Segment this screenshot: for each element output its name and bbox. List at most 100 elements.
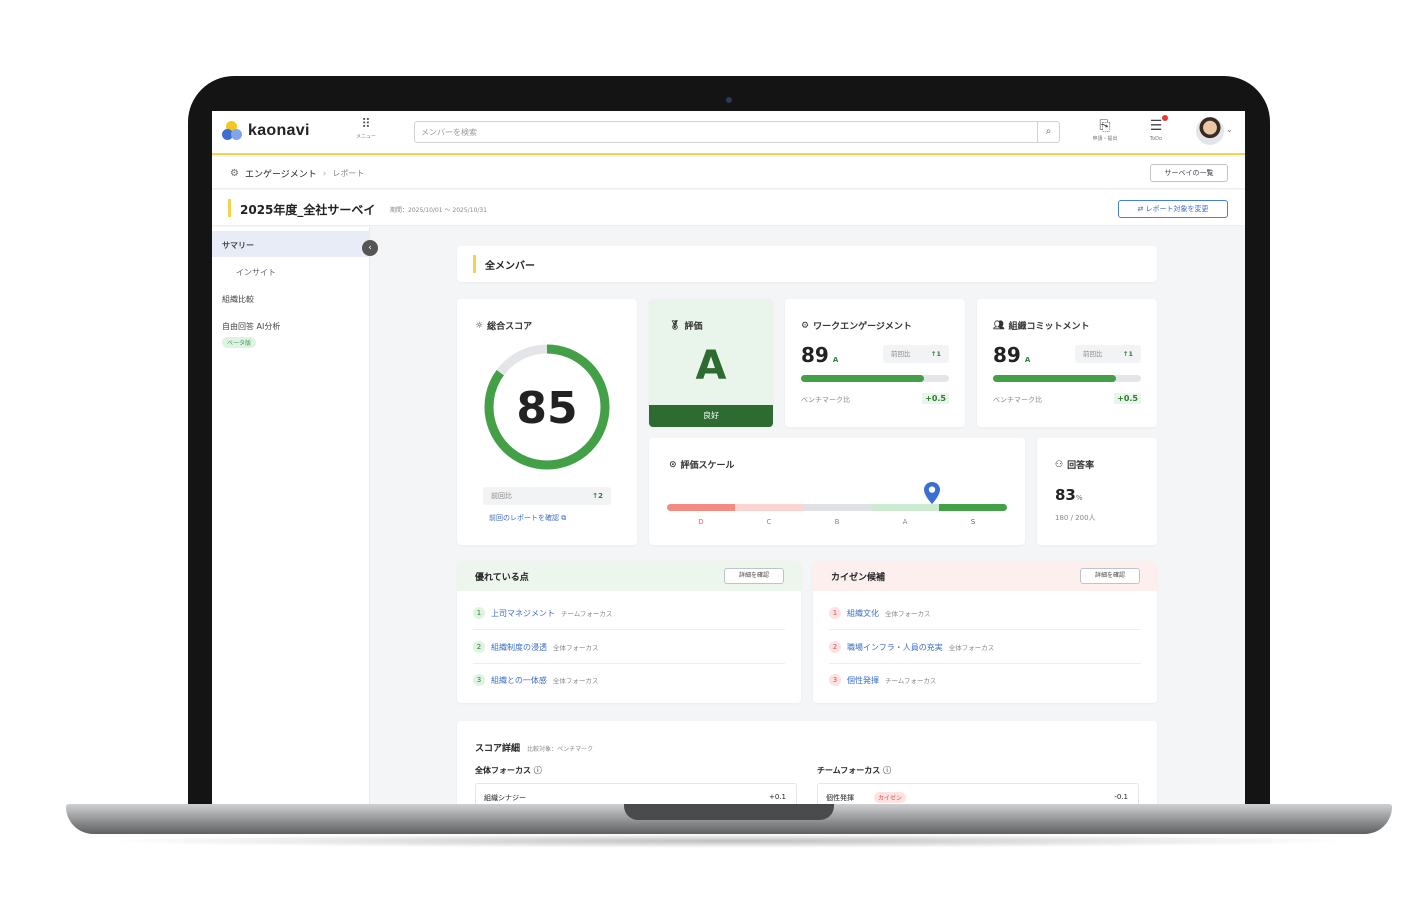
rating-label: 評価 [684,322,703,332]
strength-rank: 1 [473,607,485,619]
breadcrumb-separator: › [322,168,327,179]
oc-grade: A [1024,356,1031,364]
menu-label: メニュー [355,134,376,140]
prev-report-link[interactable]: 前回のレポートを確認 ⧉ [489,513,566,523]
improvement-tag: 全体フォーカス [948,644,995,652]
improvements-detail-button[interactable]: 詳細を確認 [1080,568,1140,584]
map-pin-icon [924,482,941,504]
score-detail-card: スコア詳細 比較対象：ベンチマーク 全体フォーカス ⓘ チームフォーカス ⓘ 組… [457,721,1157,804]
people-icon: 👥︎ [993,320,1005,331]
breadcrumb-bar: ⚙ エンゲージメント › レポート サーベイの一覧 [212,157,1245,189]
org-commitment-label: 組織コミットメント [1008,322,1090,332]
sidebar-item-summary[interactable]: サマリー [222,240,254,251]
scale-label-a: A [902,518,908,526]
swap-icon: ⇄ [1137,205,1146,213]
logo[interactable]: kaonavi [222,121,310,141]
change-target-label: レポート対象を変更 [1145,205,1209,213]
work-engagement-header: ⚙ ワークエンゲージメント [801,319,912,333]
we-prev-label: 前回比 [891,350,911,358]
kaizen-badge: カイゼン [874,792,907,803]
medal-icon: 🏅︎ [669,320,681,331]
section-accent [473,255,476,273]
bulb-icon: ☼ [475,320,484,331]
beta-badge: ベータ版 [222,337,257,348]
org-commitment-score: 89 A [993,343,1030,367]
survey-period: 期間：2025/10/01 ～ 2025/10/31 [390,207,487,214]
strength-name: 組織制度の浸透 [491,642,547,652]
breadcrumb-root[interactable]: エンゲージメント [245,167,317,180]
improvement-rank: 1 [829,607,841,619]
left-detail-row[interactable]: 組織シナジー +0.1 [475,783,797,804]
laptop-shadow [96,834,1362,848]
left-detail-value: +0.1 [769,793,786,801]
score-detail-title: スコア詳細 比較対象：ベンチマーク [475,741,593,754]
strength-rank: 3 [473,674,485,686]
menu-button[interactable]: ⠿ メニュー [352,117,380,147]
survey-list-button[interactable]: サーベイの一覧 [1150,164,1228,182]
scale-label-d: D [698,518,704,526]
response-count: 180 / 200人 [1055,514,1096,522]
list-item[interactable]: 1 上司マネジメント チームフォーカス [473,607,612,619]
overall-prev-label: 前回比 [491,492,512,500]
improvements-card: カイゼン候補 詳細を確認 1 組織文化 全体フォーカス 2 職場インフラ・人員の… [813,561,1157,703]
oc-prev-delta: ↑1 [1123,350,1133,358]
person-icon: ⚇ [1055,459,1064,470]
strength-name: 上司マネジメント [491,608,555,618]
todo-button[interactable]: ☰ ToDo [1138,115,1174,143]
todo-icon: ☰ [1138,115,1174,135]
list-item[interactable]: 3 組織との一体感 全体フォーカス [473,674,598,686]
screen: kaonavi ⠿ メニュー メンバーを検索 ⌕ ⎘ 申請・提出 ☰ ToDo … [212,111,1245,804]
list-item[interactable]: 1 組織文化 全体フォーカス [829,607,931,619]
right-focus-heading: チームフォーカス ⓘ [817,765,891,776]
breadcrumb: ⚙ エンゲージメント › レポート [230,167,364,180]
sidebar-item-ai-analysis[interactable]: 自由回答 AI分析 [222,321,280,332]
search-placeholder: メンバーを検索 [421,128,477,137]
info-icon[interactable]: ⓘ [534,766,542,775]
strength-name: 組織との一体感 [491,675,547,685]
we-progress-bar [801,375,949,382]
scale-segment-d [667,504,735,511]
scale-segment-b [803,504,871,511]
scale-label-c: C [766,518,772,526]
laptop-notch [624,804,834,820]
right-detail-row[interactable]: 個性発揮 カイゼン -0.1 [817,783,1139,804]
collapse-sidebar-button[interactable]: ‹ [362,240,378,256]
response-rate-card: ⚇ 回答率 83% 180 / 200人 [1037,438,1157,545]
apply-button[interactable]: ⎘ 申請・提出 [1087,117,1123,143]
logo-text: kaonavi [248,122,310,139]
improvement-rank: 2 [829,641,841,653]
work-engagement-score: 89 A [801,343,838,367]
strengths-title: 優れている点 [475,573,529,583]
strengths-detail-button[interactable]: 詳細を確認 [724,568,784,584]
list-item[interactable]: 2 組織制度の浸透 全体フォーカス [473,641,599,653]
chevron-down-icon[interactable]: ⌄ [1226,125,1233,134]
strength-tag: 全体フォーカス [553,644,599,652]
divider [473,629,785,630]
rating-scale-bar [667,504,1007,511]
strength-tag: 全体フォーカス [552,677,599,685]
section-title: 全メンバー [485,261,535,272]
sidebar-item-org-compare[interactable]: 組織比較 [222,294,254,305]
search-input[interactable]: メンバーを検索 ⌕ [414,121,1060,143]
change-target-button[interactable]: ⇄ レポート対象を変更 [1118,200,1228,218]
work-engagement-label: ワークエンゲージメント [813,322,912,332]
oc-prev-chip: 前回比 ↑1 [1075,345,1141,363]
location-icon: ⊙ [669,459,677,470]
avatar[interactable] [1196,117,1224,145]
strength-rank: 2 [473,641,485,653]
we-bench-delta: +0.5 [922,393,949,404]
right-detail-name: 個性発揮 [826,794,854,802]
we-grade: A [832,356,839,364]
list-item[interactable]: 2 職場インフラ・人員の充実 全体フォーカス [829,641,994,653]
list-item[interactable]: 3 個性発揮 チームフォーカス [829,674,936,686]
rating-scale-labels: DCBAS [667,518,1007,528]
sidebar-item-insight[interactable]: インサイト [236,267,276,278]
apply-label: 申請・提出 [1092,136,1118,142]
grid-icon: ⠿ [361,117,371,132]
we-score-value: 89 [801,343,829,367]
todo-label: ToDo [1149,136,1163,142]
strengths-card: 優れている点 詳細を確認 1 上司マネジメント チームフォーカス 2 組織制度の… [457,561,801,703]
info-icon[interactable]: ⓘ [883,766,891,775]
search-icon[interactable]: ⌕ [1037,122,1059,142]
divider [473,663,785,664]
